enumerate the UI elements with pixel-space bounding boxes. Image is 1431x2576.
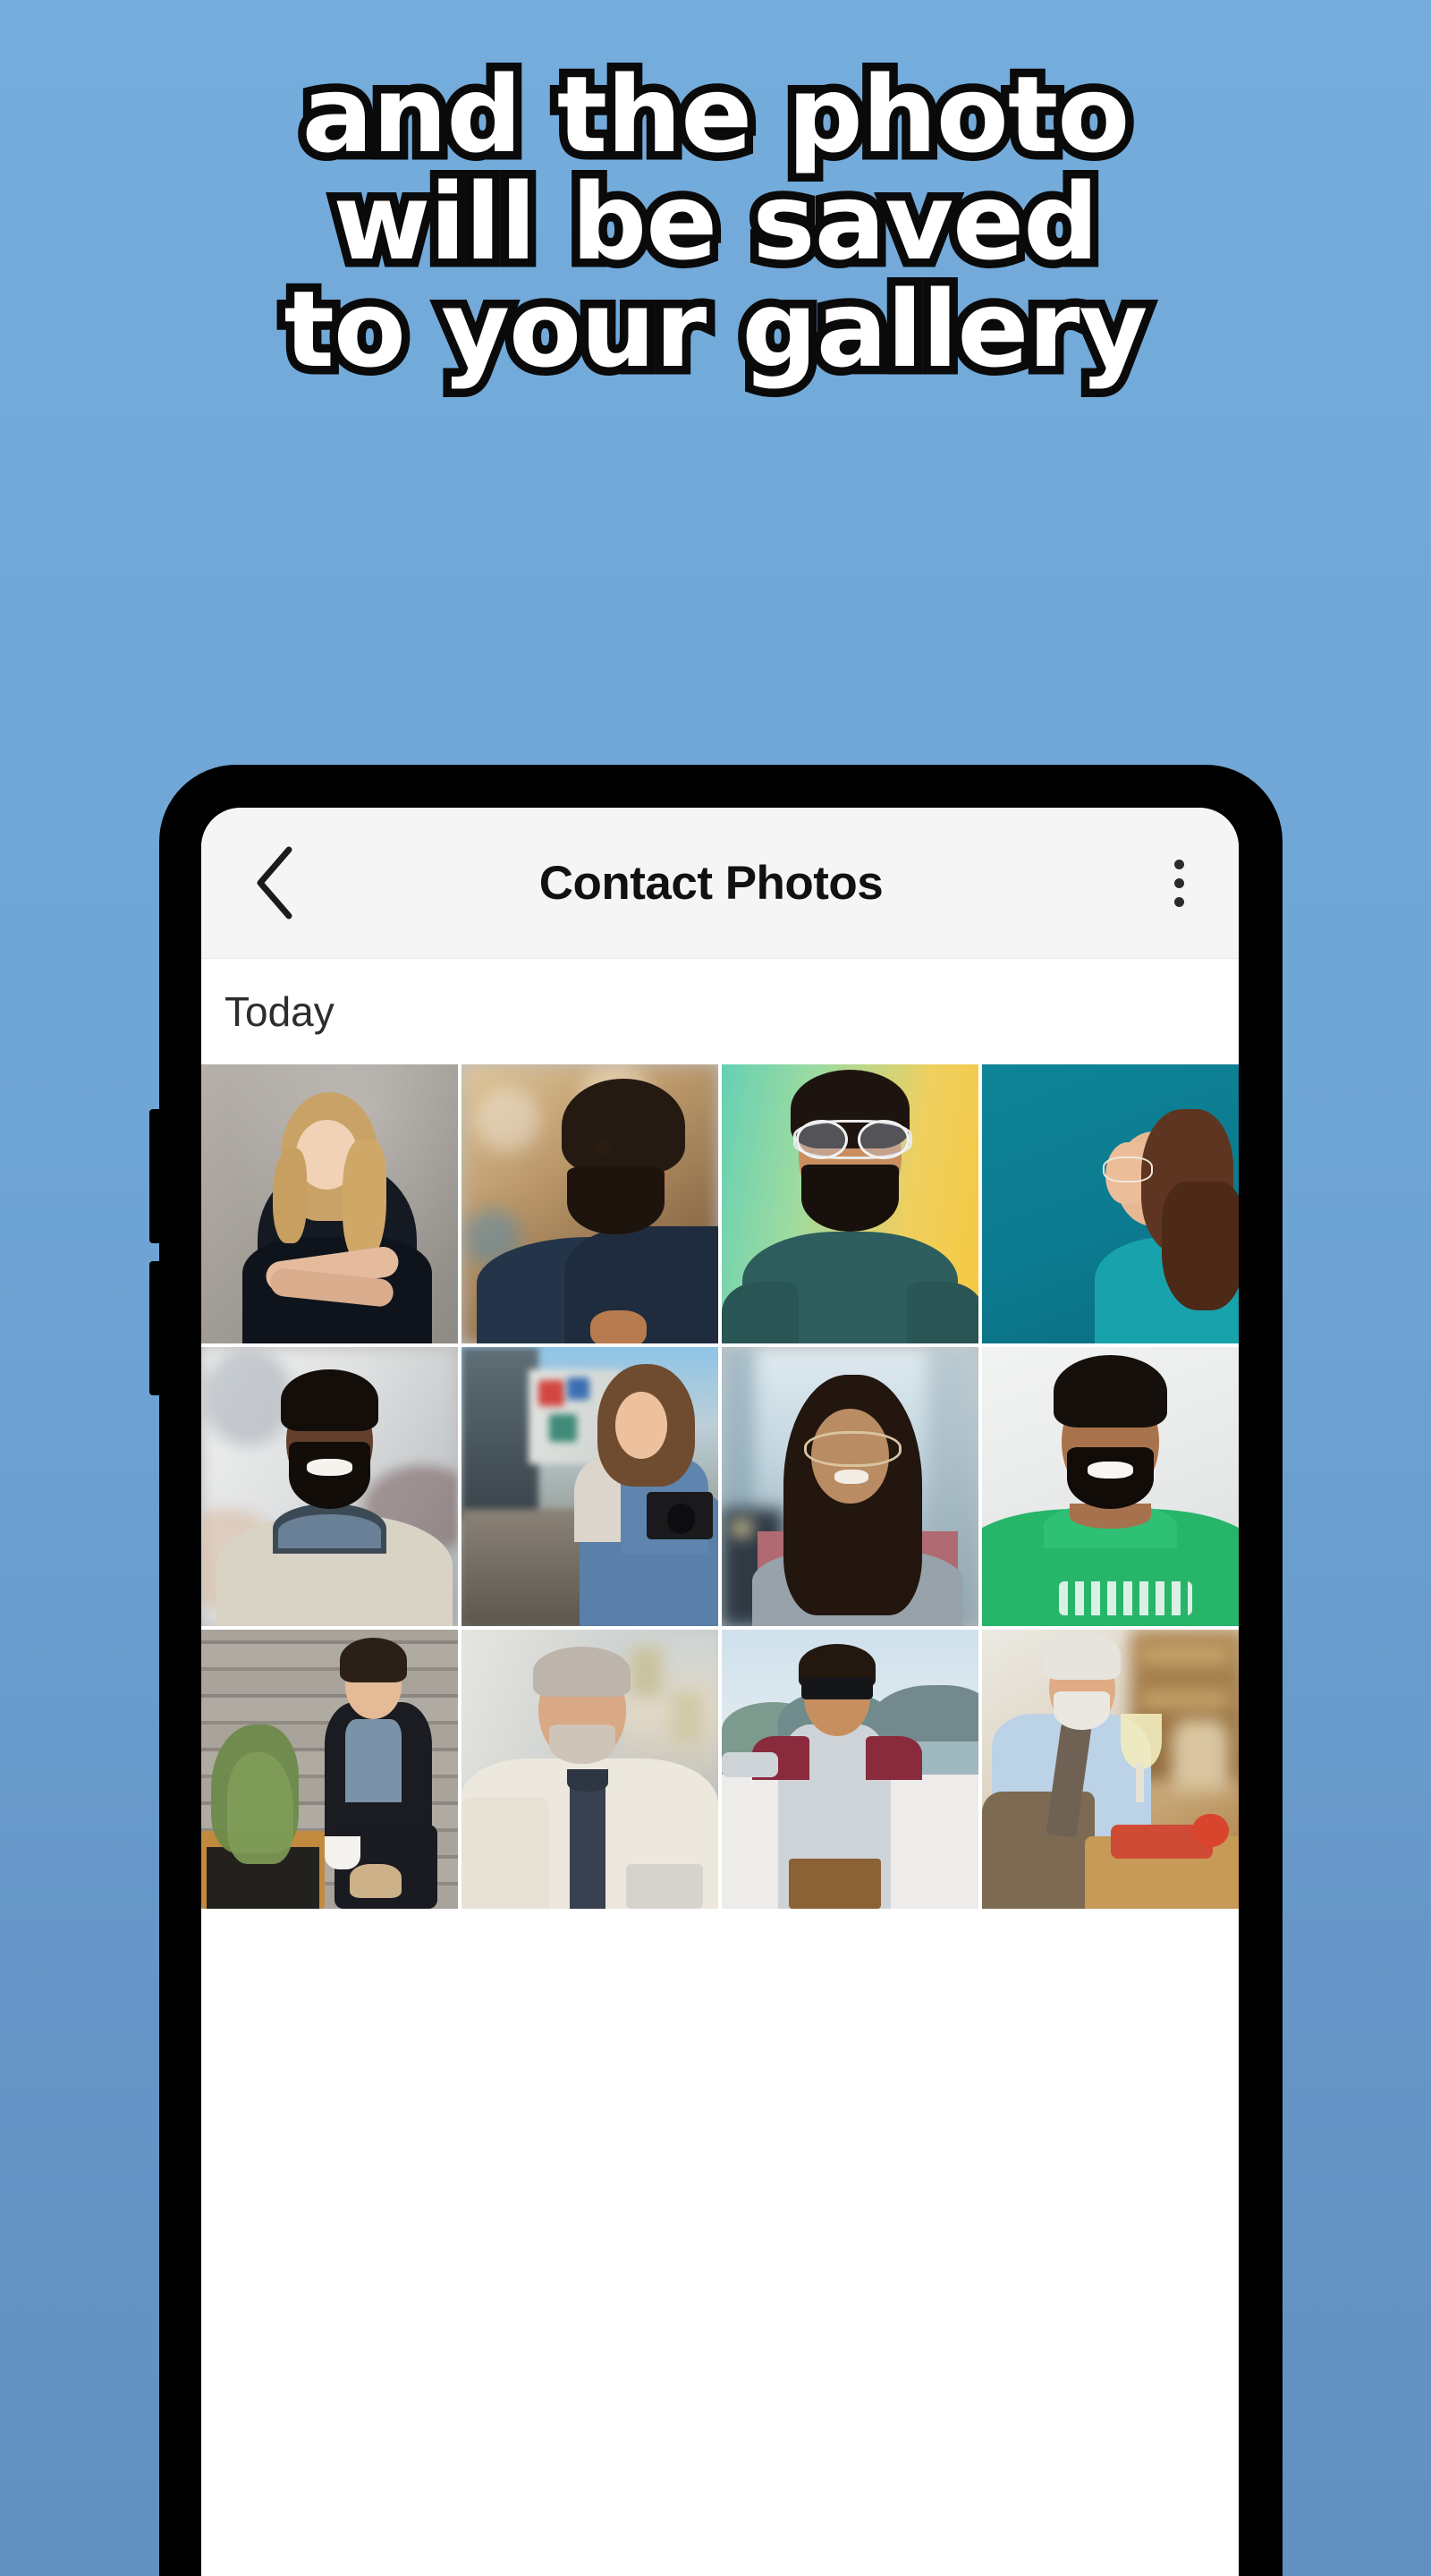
phone-mockup: Contact Photos Today xyxy=(149,765,1283,2576)
section-header-today: Today xyxy=(201,959,1239,1064)
photo-thumbnail[interactable] xyxy=(461,1347,718,1626)
photo-thumbnail[interactable] xyxy=(461,1064,718,1343)
promo-headline: and the photo will be saved to your gall… xyxy=(0,53,1431,392)
more-vertical-icon-dot xyxy=(1173,859,1184,869)
volume-down-button[interactable] xyxy=(149,1261,161,1395)
promo-screenshot: and the photo will be saved to your gall… xyxy=(0,0,1431,2576)
phone-screen: Contact Photos Today xyxy=(201,808,1239,2576)
photo-thumbnail[interactable] xyxy=(982,1630,1239,1909)
app-bar: Contact Photos xyxy=(201,808,1239,959)
overflow-menu-button[interactable] xyxy=(1130,829,1228,936)
photo-thumbnail[interactable] xyxy=(722,1347,978,1626)
photo-thumbnail[interactable] xyxy=(201,1064,458,1343)
photo-thumbnail[interactable] xyxy=(201,1630,458,1909)
more-vertical-icon-dot xyxy=(1173,877,1184,888)
photo-thumbnail[interactable] xyxy=(461,1630,718,1909)
photo-thumbnail[interactable] xyxy=(722,1064,978,1343)
headline-line-1: and the photo xyxy=(293,53,1139,177)
photo-thumbnail[interactable] xyxy=(982,1347,1239,1626)
volume-up-button[interactable] xyxy=(149,1109,161,1243)
headline-line-2: will be saved xyxy=(325,160,1107,284)
photo-grid xyxy=(201,1064,1239,1909)
photo-thumbnail[interactable] xyxy=(722,1630,978,1909)
photo-thumbnail[interactable] xyxy=(201,1347,458,1626)
page-title: Contact Photos xyxy=(538,856,884,910)
empty-gallery-area xyxy=(201,1909,1239,2576)
more-vertical-icon-dot xyxy=(1173,896,1184,907)
headline-line-3: to your gallery xyxy=(275,267,1156,392)
section-header-label: Today xyxy=(224,988,334,1035)
photo-thumbnail[interactable] xyxy=(982,1064,1239,1343)
